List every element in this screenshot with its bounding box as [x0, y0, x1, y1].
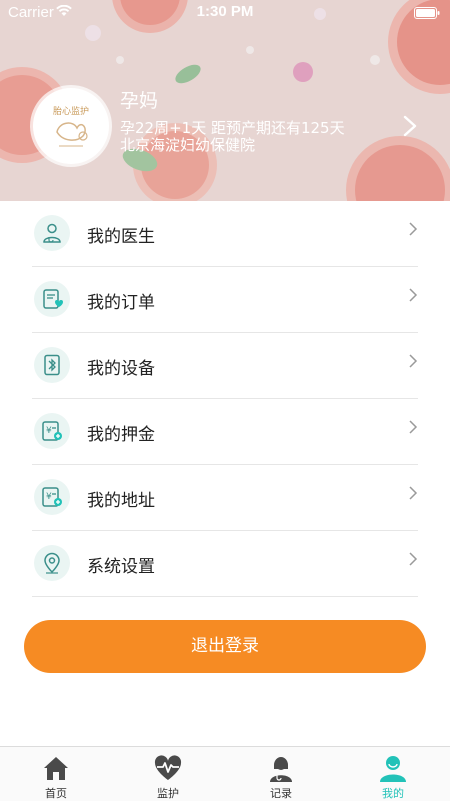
hospital-name: 北京海淀妇幼保健院 — [120, 136, 256, 154]
location-pin-icon — [34, 545, 70, 581]
status-time: 1:30 PM — [196, 3, 254, 20]
tab-label: 记录 — [270, 787, 292, 800]
menu-item-label: 我的地址 — [87, 491, 155, 511]
menu-item-label: 系统设置 — [87, 557, 155, 577]
user-icon — [380, 756, 406, 782]
battery-icon — [414, 6, 440, 23]
baby-logo-icon: 胎心监护 — [35, 90, 107, 162]
status-bar: Carrier 1:30 PM — [0, 0, 450, 24]
menu-item-deposit[interactable]: ¥ 我的押金 — [32, 399, 418, 465]
logout-button[interactable]: 退出登录 — [24, 620, 426, 673]
tab-home[interactable]: 首页 — [0, 747, 112, 801]
tab-records[interactable]: 记录 — [225, 747, 337, 801]
heartbeat-icon — [154, 755, 182, 780]
menu-item-devices[interactable]: 我的设备 — [32, 333, 418, 399]
menu-item-settings[interactable]: 系统设置 — [32, 531, 418, 597]
chevron-right-icon — [408, 221, 418, 241]
menu-list: 我的医生 我的订单 我的设备 ¥ 我的押金 ¥ 我的地址 系统设置 — [0, 201, 450, 597]
deposit-icon: ¥ — [34, 413, 70, 449]
svg-text:胎心监护: 胎心监护 — [53, 105, 89, 117]
chevron-right-icon — [408, 353, 418, 373]
avatar[interactable]: 胎心监护 — [33, 88, 109, 164]
home-icon — [44, 757, 68, 780]
menu-item-label: 我的设备 — [87, 359, 155, 379]
profile-name: 孕妈 — [120, 90, 159, 112]
tab-monitor[interactable]: 监护 — [112, 747, 224, 801]
profile-header[interactable]: Carrier 1:30 PM 胎心监护 孕妈 孕22周+1天 距预产期还有12… — [0, 0, 450, 201]
tab-label: 监护 — [157, 787, 179, 800]
svg-text:¥: ¥ — [46, 492, 52, 502]
chevron-right-icon — [408, 287, 418, 307]
menu-item-label: 我的押金 — [87, 425, 155, 445]
chevron-right-icon — [408, 419, 418, 439]
chevron-right-icon — [408, 485, 418, 505]
order-icon — [34, 281, 70, 317]
chevron-right-icon[interactable] — [400, 114, 420, 142]
tab-bar: 首页 监护 记录 我的 — [0, 746, 450, 801]
bluetooth-device-icon — [34, 347, 70, 383]
nurse-icon — [270, 757, 292, 782]
tab-mine[interactable]: 我的 — [337, 747, 449, 801]
doctor-icon — [34, 215, 70, 251]
tab-label: 我的 — [382, 787, 404, 800]
menu-item-label: 我的订单 — [87, 293, 155, 313]
address-icon: ¥ — [34, 479, 70, 515]
chevron-right-icon — [408, 551, 418, 571]
menu-item-doctor[interactable]: 我的医生 — [32, 201, 418, 267]
tab-label: 首页 — [45, 787, 67, 800]
menu-item-orders[interactable]: 我的订单 — [32, 267, 418, 333]
menu-item-address[interactable]: ¥ 我的地址 — [32, 465, 418, 531]
svg-text:¥: ¥ — [46, 426, 52, 436]
menu-item-label: 我的医生 — [87, 227, 155, 247]
